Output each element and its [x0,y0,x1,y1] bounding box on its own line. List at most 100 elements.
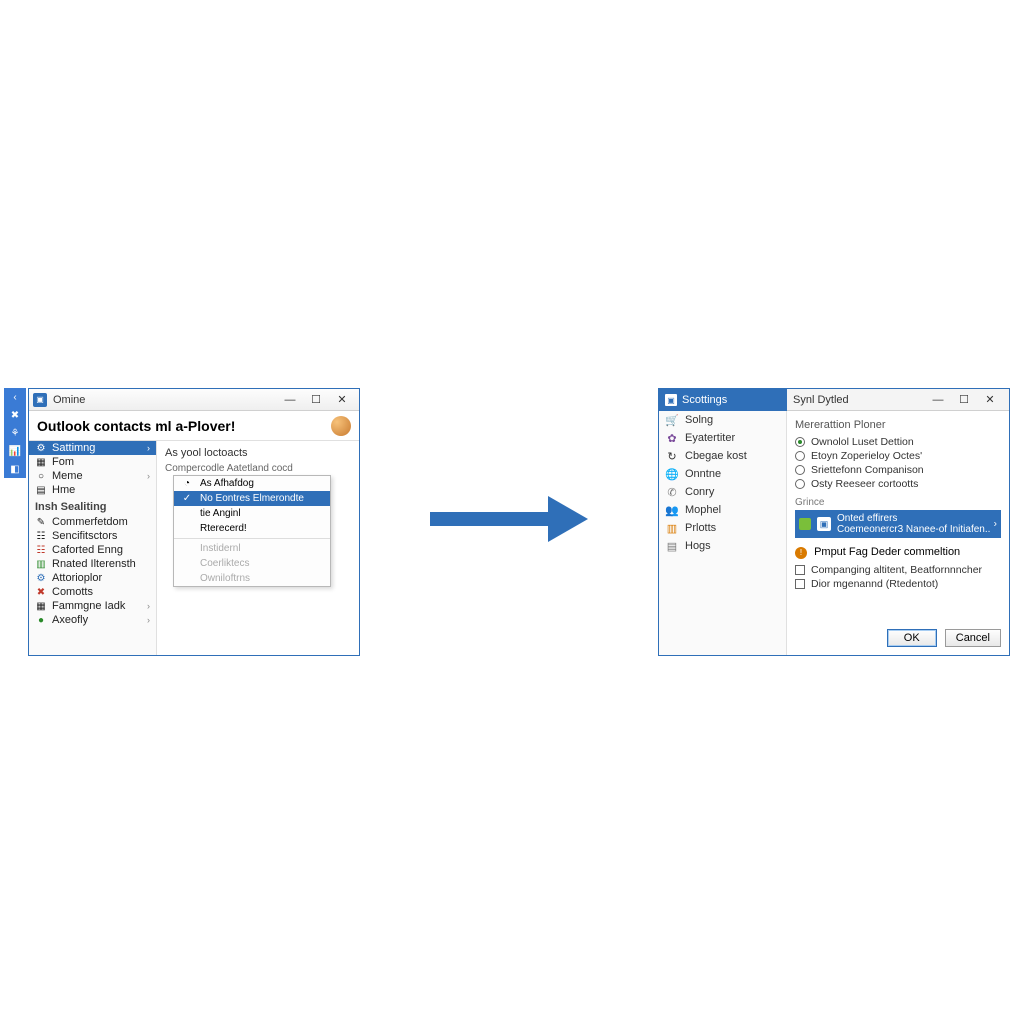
content-subheader: Compercodle Aatetland cocd [165,463,351,474]
radio-option[interactable]: Etoyn Zoperieloy Octes' [795,449,1001,463]
chevron-right-icon: › [147,471,150,481]
sidebar-item[interactable]: ▥Rnated Ilterensth [29,557,156,571]
menu-item[interactable]: Rterecerd! [174,521,330,536]
vtool-item[interactable]: 📊 [4,442,26,460]
sidebar-item[interactable]: ✎ Commerfetdom [29,515,156,529]
settings-sidebar-item[interactable]: ✆Conry [659,483,786,501]
menu-item[interactable]: ◔As Afhafdog [174,476,330,491]
dialog-title-left: ▣ Scottings [659,389,787,411]
sidebar-item-icon: ✖ [35,586,47,598]
sidebar-item-icon: ○ [35,470,47,482]
menu-separator [174,538,330,539]
sidebar-item[interactable]: ▦Fammgne Iadk› [29,599,156,613]
avatar[interactable] [331,416,351,436]
minimize-button[interactable]: — [925,389,951,411]
sidebar-item[interactable]: ☷Caforted Enng [29,543,156,557]
row-line1: Onted effirers [837,513,990,524]
row-icon: ▣ [817,517,831,531]
main-window: ▣ Omine — ☐ ✕ Outlook contacts ml a-Plov… [28,388,360,656]
sidebar-item-label: Commerfetdom [52,516,128,528]
sidebar-item[interactable]: ☷ Sencifitsctors [29,529,156,543]
settings-sidebar-item[interactable]: ▥Prlotts [659,519,786,537]
close-button[interactable]: ✕ [977,389,1003,411]
settings-sidebar: 🛒Solng✿Eyatertiter↻Cbegae kost🌐Onntne✆Co… [659,411,787,655]
sidebar-item-label: Comotts [52,586,93,598]
window-controls: — ☐ ✕ [277,389,355,411]
radio-option[interactable]: Sriettefonn Companison [795,463,1001,477]
sidebar-item-icon: ✎ [35,516,47,528]
checkbox-option[interactable]: Companging altitent, Beatfornnncher [795,563,1001,577]
chevron-right-icon: › [147,443,150,453]
radio-label: Ownolol Luset Dettion [811,436,914,448]
group-title: Mererattion Ploner [795,419,1001,431]
settings-sidebar-item[interactable]: 🌐Onntne [659,465,786,483]
sidebar-item-icon: ● [35,614,47,626]
button-row: OK Cancel [887,629,1001,647]
vtool-item[interactable]: ⚘ [4,424,26,442]
menu-item-label: Coerliktecs [200,558,249,569]
sidebar-item-icon: ▥ [665,521,679,535]
menu-item[interactable]: Instidernl [174,541,330,556]
menu-item-icon: ✓ [180,493,194,504]
sidebar-item-icon: ▦ [35,456,47,468]
vtool-item[interactable]: ✖ [4,406,26,424]
sidebar-item-label: Eyatertiter [685,432,735,444]
sidebar-item-label: Axeofly [52,614,88,626]
sidebar-item-label: Sencifitsctors [52,530,117,542]
dialog-titlebar: ▣ Scottings Synl Dytled — ☐ ✕ [659,389,1009,411]
sidebar-category: Insh Sealiting [29,497,156,515]
sidebar-item[interactable]: ✖ Comotts [29,585,156,599]
sidebar-item[interactable]: ●Axeofly› [29,613,156,627]
radio-label: Osty Reeseer cortootts [811,478,918,490]
sidebar-item-icon: ☷ [35,530,47,542]
sidebar-item-icon: 🌐 [665,467,679,481]
checkbox-label: Companging altitent, Beatfornnncher [811,564,982,576]
content-pane: As yool loctoacts Compercodle Aatetland … [157,441,359,655]
menu-item-label: Instidernl [200,543,241,554]
menu-item[interactable]: ✓No Eontres Elmerondte [174,491,330,506]
row-line2: Coemeonercr3 Nanee-of Initiafen.. [837,524,990,535]
settings-sidebar-item[interactable]: 👥Mophel [659,501,786,519]
arrow-right-icon [430,496,600,542]
sidebar-item-label: Rnated Ilterensth [52,558,136,570]
maximize-button[interactable]: ☐ [303,389,329,411]
vtool-item[interactable]: ‹ [4,388,26,406]
checkbox-icon [795,579,805,589]
menu-item[interactable]: Coerliktecs [174,556,330,571]
menu-item[interactable]: Owniloftrns [174,571,330,586]
minimize-button[interactable]: — [277,389,303,411]
menu-item-label: Rterecerd! [200,523,247,534]
sidebar-item-label: Cbegae kost [685,450,747,462]
sidebar-item-label: Conry [685,486,714,498]
sidebar-item[interactable]: ⚙Sattimng› [29,441,156,455]
sidebar-item[interactable]: ▦Fom [29,455,156,469]
menu-item-label: tie Anginl [200,508,241,519]
sidebar-item[interactable]: ▤Hme [29,483,156,497]
settings-sidebar-item[interactable]: ▤Hogs [659,537,786,555]
sidebar-item[interactable]: ⚙Attorioplor [29,571,156,585]
settings-sidebar-item[interactable]: 🛒Solng [659,411,786,429]
context-menu: ◔As Afhafdog✓No Eontres Elmerondte tie An… [173,475,331,587]
dialog-title-right: Synl Dytled — ☐ ✕ [787,389,1009,411]
radio-label: Sriettefonn Companison [811,464,924,476]
sidebar-item-label: Sattimng [52,442,95,454]
maximize-button[interactable]: ☐ [951,389,977,411]
sidebar-item[interactable]: ○Meme› [29,469,156,483]
window-controls: — ☐ ✕ [925,389,1003,411]
cancel-button[interactable]: Cancel [945,629,1001,647]
radio-icon [795,479,805,489]
radio-option[interactable]: Ownolol Luset Dettion [795,435,1001,449]
ok-button[interactable]: OK [887,629,937,647]
close-button[interactable]: ✕ [329,389,355,411]
settings-sidebar-item[interactable]: ✿Eyatertiter [659,429,786,447]
selected-row[interactable]: ▣ Onted effirers Coemeonercr3 Nanee-of I… [795,510,1001,538]
vtool-item[interactable]: ◧ [4,460,26,478]
menu-item-label: As Afhafdog [200,478,254,489]
settings-sidebar-item[interactable]: ↻Cbegae kost [659,447,786,465]
menu-item-label: Owniloftrns [200,573,250,584]
radio-icon [795,451,805,461]
radio-option[interactable]: Osty Reeseer cortootts [795,477,1001,491]
chevron-right-icon: › [994,519,997,530]
checkbox-option[interactable]: Dior mgenannd (Rtedentot) [795,577,1001,591]
menu-item[interactable]: tie Anginl [174,506,330,521]
